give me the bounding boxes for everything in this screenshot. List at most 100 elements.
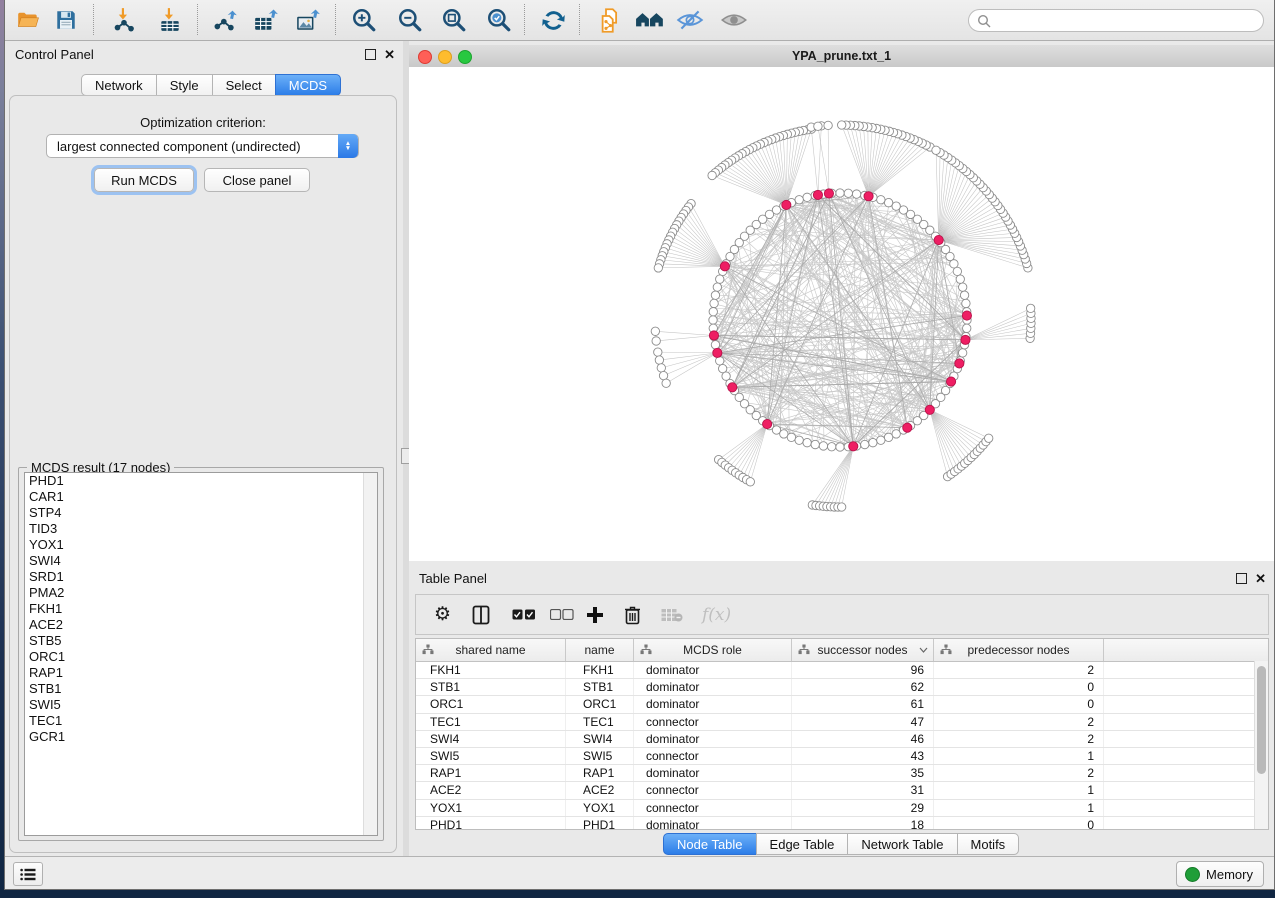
mcds-result-item[interactable]: RAP1 [25,665,377,681]
graph-node[interactable] [651,327,659,335]
criterion-dropdown[interactable]: largest connected component (undirected)… [46,134,359,158]
save-session-button[interactable] [49,3,83,37]
import-table-button[interactable] [153,3,187,37]
graph-node[interactable] [869,438,877,446]
graph-node[interactable] [984,434,992,442]
table-row-SWI5[interactable]: SWI5SWI5connector431 [416,748,1268,765]
graph-node[interactable] [716,275,724,283]
graph-node[interactable] [963,324,971,332]
graph-node[interactable] [837,503,845,511]
split-columns-button[interactable] [472,595,490,634]
graph-hub-node[interactable] [955,359,964,368]
close-panel-button[interactable]: Close panel [204,168,310,192]
graph-node[interactable] [836,443,844,451]
graph-node[interactable] [877,196,885,204]
graph-node[interactable] [844,189,852,197]
graph-node[interactable] [708,171,716,179]
graph-node[interactable] [956,275,964,283]
mcds-result-item[interactable]: SWI5 [25,697,377,713]
table-options-button[interactable]: ⚙ [434,595,451,634]
mcds-result-item[interactable]: SRD1 [25,569,377,585]
zoom-selected-button[interactable] [482,3,516,37]
table-scrollbar-thumb[interactable] [1257,666,1266,774]
show-all-button[interactable] [717,3,751,37]
graph-node[interactable] [655,356,663,364]
graph-node[interactable] [746,478,754,486]
zoom-in-button[interactable] [347,3,381,37]
graph-node[interactable] [659,371,667,379]
mcds-result-item[interactable]: SWI4 [25,553,377,569]
table-row-STB1[interactable]: STB1STB1dominator620 [416,679,1268,696]
graph-node[interactable] [892,202,900,210]
memory-button[interactable]: Memory [1176,861,1264,887]
network-canvas[interactable] [409,67,1274,561]
table-row-RAP1[interactable]: RAP1RAP1dominator352 [416,765,1268,782]
graph-hub-node[interactable] [849,442,858,451]
graph-node[interactable] [787,433,795,441]
graph-node[interactable] [710,299,718,307]
table-row-ACE2[interactable]: ACE2ACE2connector311 [416,782,1268,799]
graph-hub-node[interactable] [720,262,729,271]
select-checkboxes-button[interactable] [512,595,536,634]
graph-node[interactable] [824,121,832,129]
close-panel-icon[interactable]: ✕ [384,48,395,61]
export-table-button[interactable] [249,3,283,37]
tab-style[interactable]: Style [156,74,213,96]
tab-edge-table[interactable]: Edge Table [756,833,849,855]
graph-node[interactable] [795,436,803,444]
mcds-result-item[interactable]: STB5 [25,633,377,649]
table-row-ORC1[interactable]: ORC1ORC1dominator610 [416,696,1268,713]
graph-hub-node[interactable] [728,383,737,392]
graph-hub-node[interactable] [813,190,822,199]
tab-select[interactable]: Select [212,74,276,96]
graph-node[interactable] [884,433,892,441]
graph-node[interactable] [884,198,892,206]
tab-node-table[interactable]: Node Table [663,833,757,855]
float-table-panel-icon[interactable] [1236,573,1247,584]
graph-node[interactable] [709,316,717,324]
tab-mcds[interactable]: MCDS [275,74,341,96]
clear-checkboxes-button[interactable] [550,595,574,634]
graph-node[interactable] [657,364,665,372]
graph-node[interactable] [662,379,670,387]
mcds-result-item[interactable]: STP4 [25,505,377,521]
graph-node[interactable] [709,307,717,315]
table-row-FKH1[interactable]: FKH1FKH1dominator962 [416,662,1268,679]
graph-node[interactable] [877,436,885,444]
column-header-shared-name[interactable]: shared name [416,639,566,661]
graph-node[interactable] [819,442,827,450]
graph-node[interactable] [958,349,966,357]
graph-hub-node[interactable] [962,311,971,320]
graph-node[interactable] [780,430,788,438]
graph-node[interactable] [953,267,961,275]
window-zoom-light[interactable] [458,50,472,64]
graph-node[interactable] [960,291,968,299]
graph-node[interactable] [852,190,860,198]
graph-hub-node[interactable] [864,192,873,201]
graph-hub-node[interactable] [709,331,718,340]
graph-hub-node[interactable] [934,235,943,244]
graph-node[interactable] [803,438,811,446]
graph-node[interactable] [803,193,811,201]
apply-layout-button[interactable] [536,3,570,37]
graph-hub-node[interactable] [961,335,970,344]
graph-hub-node[interactable] [946,377,955,386]
graph-hub-node[interactable] [782,200,791,209]
graph-node[interactable] [836,189,844,197]
table-row-TEC1[interactable]: TEC1TEC1connector472 [416,714,1268,731]
graph-hub-node[interactable] [763,419,772,428]
status-menu-button[interactable] [13,862,43,886]
graph-node[interactable] [795,196,803,204]
tab-network[interactable]: Network [81,74,157,96]
new-network-from-selection-button[interactable] [593,3,627,37]
export-network-button[interactable] [209,3,243,37]
search-input[interactable] [996,13,1263,29]
column-header-successor-nodes[interactable]: successor nodes [792,639,934,661]
table-row-PHD1[interactable]: PHD1PHD1dominator180 [416,817,1268,830]
graph-node[interactable] [711,291,719,299]
close-table-panel-icon[interactable]: ✕ [1255,572,1266,585]
zoom-out-button[interactable] [393,3,427,37]
graph-node[interactable] [1026,304,1034,312]
window-minimize-light[interactable] [438,50,452,64]
graph-node[interactable] [958,283,966,291]
